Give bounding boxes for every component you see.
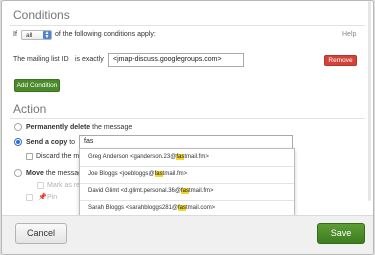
move-option-bold: Move (26, 170, 44, 177)
send-copy-input[interactable]: fas (79, 135, 293, 149)
action-divider (10, 118, 365, 119)
pin-checkbox[interactable] (26, 194, 33, 201)
filter-rule-dialog: Conditions If all ▲ ▼ of the following co… (1, 0, 374, 255)
conditions-heading: Conditions (13, 8, 70, 22)
match-select[interactable]: all ▲ ▼ (21, 30, 52, 40)
delete-radio[interactable] (14, 123, 22, 131)
suggestion-item[interactable]: Sarah Bloggs <sarahbloggs281@fastmail.co… (80, 200, 294, 215)
send-copy-bold: Send a copy (26, 139, 68, 146)
cancel-button[interactable]: Cancel (15, 223, 67, 244)
suggestion-match: fas (154, 171, 163, 177)
condition-field-label[interactable]: The mailing list ID (13, 56, 69, 63)
address-suggestions: Greg Anderson <ganderson.23@fastmail.fm>… (79, 148, 295, 216)
suggestion-text: tmail.fm> (162, 171, 188, 177)
move-radio[interactable] (14, 169, 22, 177)
conditions-suffix: of the following conditions apply: (55, 31, 156, 38)
pin-icon: 📌 (38, 194, 47, 201)
suggestion-item[interactable]: Joe Bloggs <joebloggs@fastmail.fm> (80, 166, 294, 184)
match-select-value: all (26, 32, 33, 39)
send-copy-label: Send a copy to (26, 139, 75, 146)
delete-option-rest: the message (92, 124, 133, 131)
suggestion-text: tmail.com> (186, 205, 216, 211)
pin-label: Pin (47, 194, 58, 201)
suggestion-text: David Glimt <d.glimt.personal.36@ (88, 188, 181, 194)
remove-condition-button[interactable]: Remove (324, 55, 357, 66)
select-arrows-icon: ▲ ▼ (43, 30, 51, 40)
delete-option-label: Permanently delete the message (26, 124, 132, 131)
suggestion-match: fas (180, 188, 189, 194)
suggestion-match: fas (178, 205, 187, 211)
save-button[interactable]: Save (317, 223, 365, 244)
send-copy-radio[interactable] (14, 138, 22, 146)
condition-operator[interactable]: is exactly (75, 56, 104, 63)
scrollbar[interactable] (368, 1, 371, 201)
conditions-divider (10, 25, 365, 26)
move-option-rest: the messag (45, 170, 83, 177)
mark-read-checkbox[interactable] (37, 182, 44, 189)
help-link[interactable]: Help (342, 31, 356, 38)
suggestion-text: tmail.fm> (188, 188, 214, 194)
discard-checkbox[interactable] (26, 153, 33, 160)
condition-value-input[interactable]: <jmap-discuss.googlegroups.com> (108, 53, 244, 67)
if-label: If (13, 31, 17, 38)
delete-option-bold: Permanently delete (26, 124, 91, 131)
suggestion-item[interactable]: Greg Anderson <ganderson.23@fastmail.fm> (80, 149, 294, 167)
send-copy-rest: to (69, 139, 76, 146)
suggestion-text: Greg Anderson <ganderson.23@ (88, 154, 177, 160)
suggestion-item[interactable]: David Glimt <d.glimt.personal.36@fastmai… (80, 183, 294, 201)
mark-read-label: Mark as re (47, 182, 81, 189)
suggestion-text: tmail.fm> (184, 154, 209, 160)
discard-label: Discard the m (36, 153, 80, 160)
move-option-label: Move the messag (26, 170, 82, 177)
add-condition-button[interactable]: Add Condition (14, 79, 60, 92)
action-heading: Action (13, 102, 47, 116)
suggestion-text: Joe Bloggs <joebloggs@ (88, 171, 155, 177)
suggestion-text: Sarah Bloggs <sarahbloggs281@ (88, 205, 178, 211)
